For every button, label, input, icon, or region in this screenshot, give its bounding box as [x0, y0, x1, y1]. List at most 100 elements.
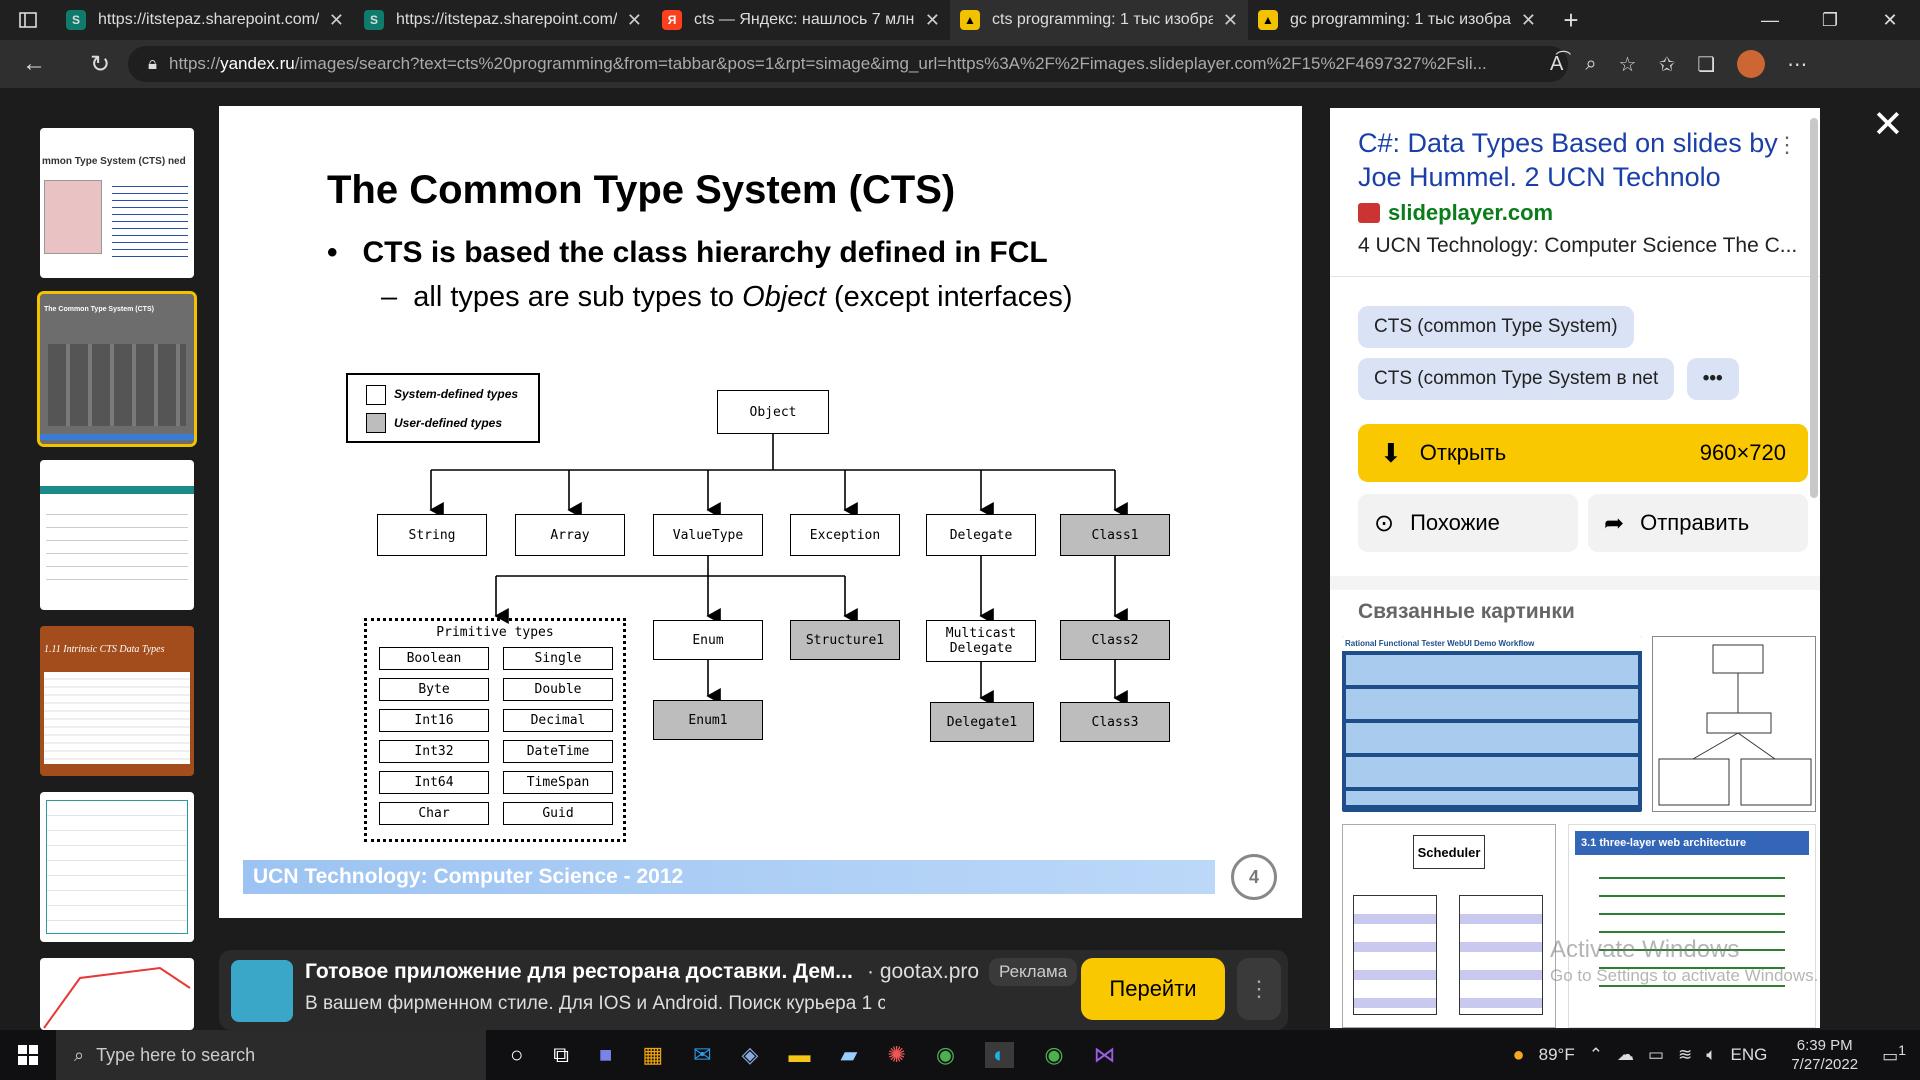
collections-icon[interactable]: ❏ — [1697, 52, 1715, 77]
source-site[interactable]: slideplayer.com — [1358, 200, 1553, 226]
thumbnail-3[interactable] — [40, 460, 194, 610]
maximize-icon[interactable]: ❐ — [1800, 0, 1860, 40]
more-menu-icon[interactable]: ⋯ — [1787, 52, 1807, 77]
volume-icon[interactable]: 🔈︎ — [1706, 1045, 1716, 1065]
taskbar-search[interactable]: ⌕ Type here to search — [56, 1030, 486, 1080]
cloud-icon[interactable]: ☁ — [1617, 1045, 1634, 1065]
thumbnail-4[interactable]: 1.11 Intrinsic CTS Data Types — [40, 626, 194, 776]
battery-icon[interactable]: ▭ — [1648, 1045, 1664, 1065]
lock-icon: 🔒︎ — [148, 54, 158, 73]
cortana-icon[interactable]: ○ — [510, 1042, 523, 1068]
close-tab-icon[interactable]: ✕ — [1223, 10, 1238, 31]
related-image-2[interactable] — [1652, 636, 1816, 812]
primitive-type: Boolean — [379, 647, 489, 670]
weather-icon[interactable]: ● — [1513, 1044, 1525, 1067]
related-heading: Связанные картинки — [1358, 600, 1575, 623]
url-bar[interactable]: 🔒︎ https://yandex.ru/images/search?text=… — [128, 46, 1568, 82]
task-view-icon[interactable]: ⧉ — [553, 1042, 569, 1068]
similar-button[interactable]: ⊙ Похожие — [1358, 494, 1578, 552]
app-icon[interactable]: ✺ — [887, 1042, 905, 1068]
new-tab-button[interactable]: + — [1546, 0, 1596, 40]
store-icon[interactable]: ▦ — [642, 1042, 663, 1068]
primitive-type: Int16 — [379, 709, 489, 732]
profile-avatar[interactable] — [1737, 50, 1766, 78]
tab-sharepoint-1[interactable]: S https://itstepaz.sharepoint.com/: ✕ — [56, 0, 354, 40]
tab-title: cts programming: 1 тыс изображ — [992, 11, 1213, 28]
close-tab-icon[interactable]: ✕ — [627, 10, 642, 31]
result-title[interactable]: C#: Data Types Based on slides by Joe Hu… — [1358, 126, 1798, 194]
teams-icon[interactable]: ■ — [599, 1042, 612, 1068]
node-delegate: Delegate — [926, 514, 1036, 556]
tab-actions-icon[interactable] — [0, 0, 56, 40]
primitive-type: Double — [503, 678, 613, 701]
chrome-alt-icon[interactable]: ◉ — [1044, 1042, 1063, 1068]
back-arrow-icon[interactable]: ← — [10, 50, 58, 78]
thumbnail-6[interactable] — [40, 958, 194, 1030]
activation-watermark: Activate Windows — [1550, 936, 1740, 963]
search-icon: ⌕ — [74, 1044, 85, 1065]
close-tab-icon[interactable]: ✕ — [329, 10, 344, 31]
read-aloud-icon[interactable]: A͡ — [1550, 53, 1563, 76]
primitive-type: DateTime — [503, 740, 613, 763]
language-indicator[interactable]: ENG — [1730, 1045, 1767, 1065]
windows-start-icon[interactable] — [0, 1045, 56, 1065]
weather-temp[interactable]: 89°F — [1539, 1045, 1575, 1065]
tag-chip[interactable]: CTS (common Type System) — [1358, 306, 1634, 348]
thumbnail-5[interactable] — [40, 792, 194, 942]
thumbnail-title: The Common Type System (CTS) — [44, 306, 154, 313]
primitive-type: Guid — [503, 802, 613, 825]
tab-title: https://itstepaz.sharepoint.com/: — [396, 11, 617, 28]
tab-gc-images[interactable]: ▲ gc programming: 1 тыс изображ ✕ — [1248, 0, 1546, 40]
thumbnail-1[interactable]: mmon Type System (CTS) ned — [40, 128, 194, 278]
favorites-icon[interactable]: ✩ — [1658, 52, 1675, 77]
ad-banner[interactable]: Готовое приложение для ресторана доставк… — [219, 950, 1288, 1030]
share-button[interactable]: ➦ Отправить — [1588, 494, 1808, 552]
notification-icon[interactable]: ▭1 — [1882, 1043, 1906, 1067]
file-explorer-icon[interactable]: ▬ — [788, 1042, 810, 1068]
window-controls: — ❐ ✕ — [1740, 0, 1920, 40]
close-window-icon[interactable]: ✕ — [1860, 0, 1920, 40]
paint-icon[interactable]: ◈ — [742, 1042, 759, 1068]
clock[interactable]: 6:39 PM 7/27/2022 — [1791, 1036, 1858, 1074]
ad-go-button[interactable]: Перейти — [1081, 958, 1225, 1020]
close-tab-icon[interactable]: ✕ — [925, 10, 940, 31]
tab-sharepoint-2[interactable]: S https://itstepaz.sharepoint.com/: ✕ — [354, 0, 652, 40]
tag-chip[interactable]: CTS (common Type System в net — [1358, 358, 1675, 400]
edge-icon[interactable]: ◐ — [985, 1042, 1015, 1068]
zoom-icon[interactable]: ⌕ — [1585, 53, 1596, 76]
related-image-3[interactable]: Scheduler — [1342, 824, 1556, 1028]
node-multicast-delegate: Multicast Delegate — [926, 620, 1036, 662]
tab-title: gc programming: 1 тыс изображ — [1290, 11, 1511, 28]
yandex-images-icon: ▲ — [1258, 10, 1278, 30]
node-object: Object — [717, 390, 829, 434]
wifi-icon[interactable]: ≋ — [1678, 1045, 1692, 1065]
tab-cts-images[interactable]: ▲ cts programming: 1 тыс изображ ✕ — [950, 0, 1248, 40]
tag-chips: CTS (common Type System) CTS (common Typ… — [1358, 306, 1808, 410]
refresh-icon[interactable]: ↻ — [76, 50, 124, 79]
node-class3: Class3 — [1060, 702, 1170, 742]
clock-date: 7/27/2022 — [1791, 1056, 1859, 1073]
chrome-icon[interactable]: ◉ — [936, 1042, 955, 1068]
minimize-icon[interactable]: — — [1740, 0, 1800, 40]
node-exception: Exception — [790, 514, 900, 556]
related-image-4[interactable]: 3.1 three-layer web architecture — [1568, 824, 1816, 1028]
close-viewer-icon[interactable]: ✕ — [1872, 102, 1904, 147]
visual-studio-icon[interactable]: ⋈ — [1094, 1042, 1116, 1068]
favorite-add-icon[interactable]: ☆ — [1619, 52, 1637, 77]
related-image-1[interactable]: Rational Functional Tester WebUI Demo Wo… — [1342, 636, 1642, 812]
primitive-type: Int64 — [379, 771, 489, 794]
thumbnail-2[interactable]: The Common Type System (CTS) — [37, 291, 197, 447]
notes-icon[interactable]: ▰ — [840, 1042, 857, 1068]
mail-icon[interactable]: ✉ — [693, 1042, 711, 1068]
more-options-icon[interactable]: ⋮ — [1776, 132, 1798, 158]
more-tags-button[interactable]: ••• — [1686, 358, 1739, 400]
ad-more-icon[interactable]: ⋮ — [1237, 958, 1281, 1020]
search-placeholder: Type here to search — [96, 1044, 256, 1065]
panel-scrollbar[interactable] — [1810, 118, 1818, 498]
close-tab-icon[interactable]: ✕ — [1521, 10, 1536, 31]
primitive-type: Single — [503, 647, 613, 670]
open-button[interactable]: ⬇ Открыть 960×720 — [1358, 424, 1808, 482]
tab-yandex-search[interactable]: Я cts — Яндекс: нашлось 7 млн р ✕ — [652, 0, 950, 40]
slide-image[interactable]: The Common Type System (CTS) • CTS is ba… — [219, 106, 1302, 918]
tray-chevron-icon[interactable]: ⌃ — [1589, 1045, 1603, 1065]
